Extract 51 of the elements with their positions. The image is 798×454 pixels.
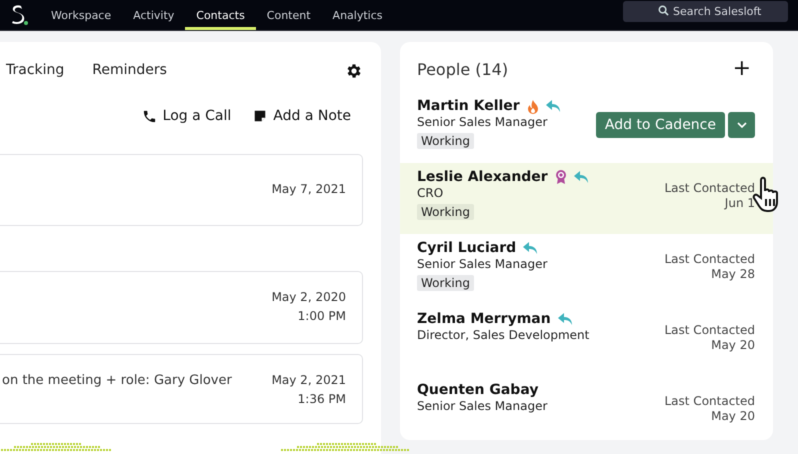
dropdown-button[interactable]	[728, 112, 755, 138]
activity-date: May 2, 2020	[272, 290, 346, 304]
nav-tab[interactable]: Analytics	[322, 0, 394, 30]
person-row[interactable]: Leslie Alexander CRO Working Last Contacted Jun 1	[400, 163, 773, 234]
person-title: Director, Sales Development	[417, 328, 590, 342]
person-title: CRO	[417, 186, 444, 200]
tab[interactable]: Tracking	[6, 62, 64, 80]
activity-date: May 2, 2021	[272, 373, 346, 387]
chevron-down-icon	[736, 122, 746, 128]
last-contacted-label: Last Contacted	[664, 181, 755, 195]
person-name[interactable]: Quenten Gabay	[417, 382, 538, 398]
add-button[interactable]: +	[728, 58, 755, 80]
status-tag: Working	[417, 133, 474, 149]
last-contacted-date: May 28	[711, 267, 755, 281]
activity-text: on the meeting + role: Gary Glover	[2, 373, 232, 388]
person-title: Senior Sales Manager	[417, 257, 548, 271]
add-note-button[interactable]: Add a Note	[253, 106, 351, 126]
settings-icon[interactable]	[345, 62, 363, 80]
last-contacted-date: Jun 1	[724, 196, 755, 210]
panel-title: People (14)	[417, 60, 508, 78]
nav-tab[interactable]: Workspace	[40, 0, 122, 30]
person-name[interactable]: Cyril Luciard	[417, 240, 516, 256]
nav-tab[interactable]: Content	[256, 0, 322, 30]
log-call-button[interactable]: Log a Call	[142, 106, 232, 126]
nav-tab[interactable]: Contacts	[185, 0, 256, 30]
activity-date: May 7, 2021	[272, 182, 346, 196]
person-row[interactable]: Martin Keller Senior Sales Manager Working Add to Cadence	[400, 92, 773, 163]
last-contacted-date: May 20	[711, 338, 755, 352]
nav-tab[interactable]: Activity	[122, 0, 186, 30]
person-name[interactable]: Zelma Merryman	[417, 311, 551, 327]
status-tag: Working	[417, 275, 474, 291]
last-contacted-date: May 20	[711, 409, 755, 423]
person-title: Senior Sales Manager	[417, 399, 548, 413]
person-row[interactable]: Quenten Gabay Senior Sales Manager Last Contacted May 20	[400, 376, 773, 440]
person-row[interactable]: Cyril Luciard Senior Sales Manager Working Last Contacted May 28	[400, 234, 773, 305]
person-row[interactable]: Zelma Merryman Director, Sales Development Last Contacted May 20	[400, 305, 773, 376]
person-title: Senior Sales Manager	[417, 115, 548, 129]
person-name[interactable]: Martin Keller	[417, 98, 520, 114]
tab[interactable]: Reminders	[92, 62, 167, 80]
search-field[interactable]: Search Salesloft	[623, 1, 788, 22]
person-name[interactable]: Leslie Alexander	[417, 169, 548, 185]
phone-icon	[142, 108, 157, 124]
last-contacted-label: Last Contacted	[664, 394, 755, 408]
search-icon	[658, 5, 669, 16]
last-contacted-label: Last Contacted	[664, 252, 755, 266]
activity-time: 1:36 PM	[298, 392, 346, 406]
status-tag: Working	[417, 204, 474, 220]
last-contacted-label: Last Contacted	[664, 323, 755, 337]
add-to-cadence-button[interactable]: Add to Cadence	[596, 112, 725, 138]
note-icon	[253, 109, 268, 123]
activity-time: 1:00 PM	[298, 309, 346, 323]
